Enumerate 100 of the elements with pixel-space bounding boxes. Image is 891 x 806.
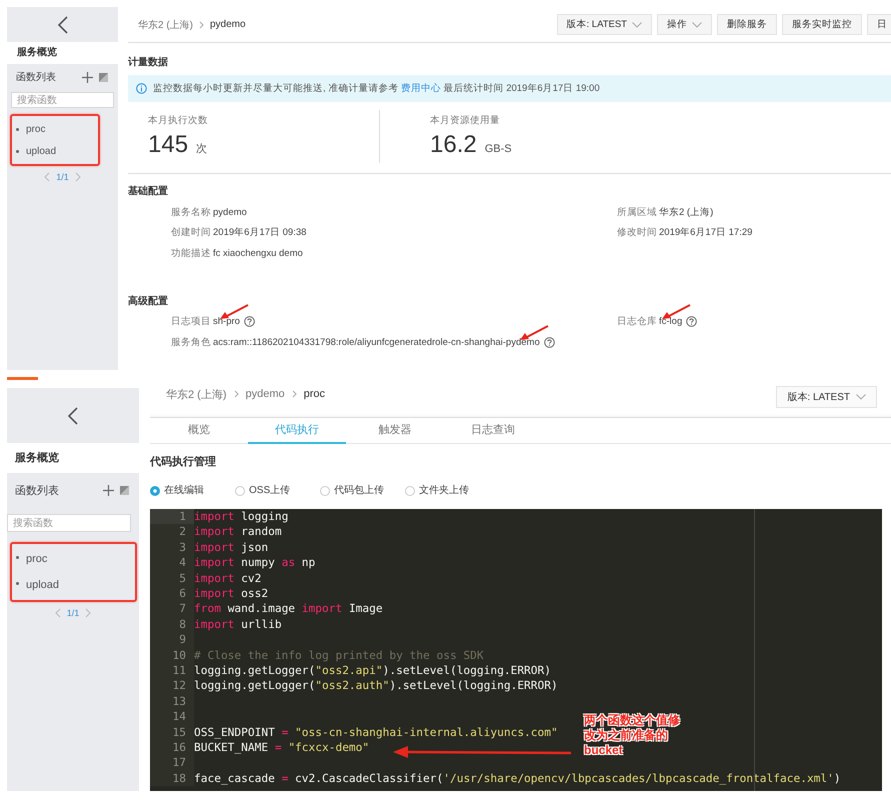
tab[interactable]: 概览 [150, 418, 248, 444]
code-line: import json [194, 540, 268, 556]
tab[interactable]: 日志查询 [444, 418, 542, 444]
function-item[interactable]: upload [12, 140, 98, 162]
field-label: 服务角色 [171, 336, 212, 349]
action-button[interactable]: 删除服务 [717, 14, 777, 35]
search-field[interactable]: 搜索函数 [7, 514, 131, 532]
code-line: OSS_ENDPOINT = "oss-cn-shanghai-internal.aliyuncs.com" [194, 724, 558, 740]
code-line: import cv2 [194, 570, 262, 586]
page-indicator: 1/1 [66, 608, 80, 618]
line-number: 18 [150, 770, 194, 786]
list-heading: 函数列表 [16, 70, 57, 84]
code-line: face_cascade = cv2.CascadeClassifier('/usr/share/opencv/lbpcascades/lbpcascade_frontalface.xml') [194, 770, 841, 786]
code-line: logging.getLogger("oss2.api").setLevel(logging.ERROR) [194, 662, 551, 678]
field-label: 创建时间 [171, 226, 212, 240]
plus-icon[interactable] [103, 485, 114, 496]
line-number: 7 [150, 601, 194, 617]
line-number: 15 [150, 724, 194, 740]
stat-unit: GB-S [484, 143, 512, 155]
code-line: import logging [194, 509, 288, 524]
annotation-note: 两个函数这个值修改为之前准备的bucket [584, 713, 681, 758]
line-number: 12 [150, 678, 194, 694]
line-number: 1 [150, 509, 194, 524]
field-label: 修改时间 [617, 226, 658, 240]
stat-unit: 次 [196, 142, 208, 156]
function-item[interactable]: upload [12, 572, 135, 598]
stat-value: 145 [148, 131, 188, 159]
search-field[interactable]: 搜索函数 [11, 92, 114, 108]
sidebar-heading: 服务概览 [7, 42, 118, 64]
help-icon[interactable] [244, 316, 255, 328]
line-number: 5 [150, 570, 194, 586]
info-icon [136, 83, 147, 94]
chevron-right-icon [199, 20, 204, 28]
code-line: import numpy as np [194, 555, 316, 571]
field-label: 服务名称 [171, 206, 212, 219]
chevron-right-icon [292, 390, 297, 398]
help-icon[interactable] [686, 316, 698, 328]
chevron-down-icon [632, 22, 642, 28]
sidebar-heading: 服务概览 [7, 443, 139, 473]
notice-text: 监控数据每小时更新并尽量大可能推送, 准确计量请参考 费用中心 最后统计时间 2019年6月17日 19:00 [153, 82, 600, 95]
link[interactable]: 费用中心 [400, 83, 441, 94]
radio-option[interactable]: 在线编辑 [150, 483, 235, 498]
code-line: import oss2 [194, 586, 268, 602]
plus-icon[interactable] [82, 72, 93, 82]
action-button[interactable]: 版本: LATEST [776, 386, 877, 408]
field-value: acs:ram::1186202104331798:role/aliyunfcgeneratedrole-cn-shanghai-pydemo [213, 336, 540, 348]
line-number: 8 [150, 616, 194, 632]
chevron-right-icon [234, 390, 238, 398]
stat-value: 16.2 [430, 131, 477, 159]
function-item[interactable]: proc [12, 546, 135, 572]
field-label: 日志项目 [171, 315, 212, 328]
code-line: logging.getLogger("oss2.auth").setLevel(logging.ERROR) [194, 678, 558, 694]
code-line: BUCKET_NAME = "fcxcx-demo" [194, 740, 370, 756]
stat-label: 本月资源使用量 [430, 114, 501, 127]
line-number: 13 [150, 694, 194, 710]
list-heading: 函数列表 [15, 484, 60, 498]
field-label: 日志仓库 [617, 315, 658, 328]
field-value: fc-log [659, 316, 682, 328]
breadcrumb-item[interactable]: 华东2 (上海) [138, 18, 193, 32]
code-line: # Close the info log printed by the oss SDK [194, 648, 484, 663]
field-value: fc xiaochengxu demo [213, 248, 303, 259]
field-value: sh-pro [213, 316, 240, 328]
chevron-down-icon [856, 394, 866, 400]
radio-option[interactable]: 代码包上传 [320, 483, 405, 498]
help-icon[interactable] [544, 336, 555, 348]
breadcrumb-item: proc [304, 388, 326, 400]
panel-icon[interactable] [99, 72, 108, 82]
section-heading: 计量数据 [128, 56, 169, 69]
tab[interactable]: 触发器 [346, 418, 444, 444]
breadcrumb-item[interactable]: 华东2 (上海) [166, 386, 226, 402]
breadcrumb-item[interactable]: pydemo [246, 388, 285, 400]
field-value: pydemo [213, 206, 247, 218]
line-number: 17 [150, 755, 194, 771]
field-label: 功能描述 [171, 246, 212, 260]
chevron-down-icon [692, 22, 702, 28]
action-button[interactable]: 日 [867, 14, 891, 35]
line-number: 9 [150, 632, 194, 648]
field-value: 2019年6月17日 17:29 [659, 226, 752, 240]
line-number: 14 [150, 709, 194, 725]
line-number: 2 [150, 524, 194, 540]
field-value: 华东2 (上海) [659, 206, 714, 219]
section-heading: 基础配置 [128, 184, 169, 198]
line-number: 3 [150, 540, 194, 556]
breadcrumb-item: pydemo [210, 19, 246, 30]
radio-option[interactable]: OSS上传 [235, 483, 320, 498]
section-heading: 代码执行管理 [150, 454, 217, 470]
section-heading: 高级配置 [128, 294, 169, 308]
code-line: import urllib [194, 616, 282, 632]
action-button[interactable]: 服务实时监控 [782, 14, 862, 35]
line-number: 4 [150, 555, 194, 571]
line-number: 6 [150, 586, 194, 602]
back-icon[interactable] [67, 406, 79, 424]
action-button[interactable]: 操作 [657, 14, 712, 35]
code-line: from wand.image import Image [194, 601, 383, 617]
radio-option[interactable]: 文件夹上传 [405, 483, 490, 498]
function-item[interactable]: proc [12, 118, 98, 140]
back-icon[interactable] [56, 16, 68, 34]
field-label: 所属区域 [617, 206, 658, 219]
action-button[interactable]: 版本: LATEST [556, 14, 652, 35]
stat-label: 本月执行次数 [148, 114, 209, 127]
